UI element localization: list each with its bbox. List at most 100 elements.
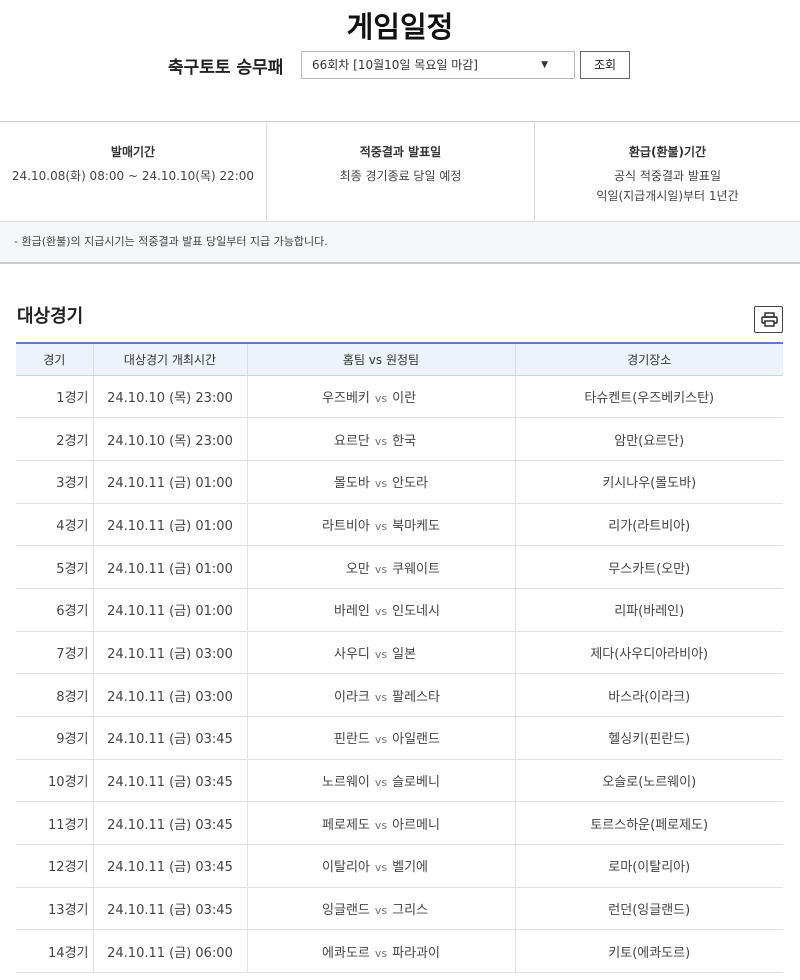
match-time: 24.10.10 (목) 23:00 [92,417,247,461]
game-no: 4경기 [16,503,93,547]
match-teams: 바레인 vs 인도네시 [246,588,515,632]
chevron-down-icon: ▼ [541,60,548,70]
match-venue: 제다(사우디아라비아) [514,631,783,675]
match-venue: 리파(바레인) [514,588,783,632]
table-header-row: 경기 대상경기 개최시간 홈팀 vs 원정팀 경기장소 [16,342,783,376]
search-button[interactable]: 조회 [580,51,630,79]
table-row: 10경기 24.10.11 (금) 03:45 노르웨이 vs 슬로베니 오슬로(노르웨이… [16,759,783,803]
match-teams: 노르웨이 vs 슬로베니 [246,759,515,803]
home-team: 잉글랜드 [322,903,370,919]
match-venue: 토르스하운(페로제도) [514,801,783,846]
vs-label: vs [374,690,388,704]
home-team: 사우디 [333,646,370,662]
match-venue: 오슬로(노르웨이) [514,759,783,803]
match-venue: 헬싱키(핀란드) [514,716,783,760]
game-no: 3경기 [16,460,93,504]
sales-period-panel: 발매기간 24.10.08(화) 08:00 ~ 24.10.10(목) 22:… [0,122,266,221]
vs-label: vs [374,647,388,661]
match-time: 24.10.11 (금) 03:45 [92,716,247,760]
vs-label: vs [374,776,388,790]
game-no: 1경기 [16,375,93,419]
table-row: 12경기 24.10.11 (금) 03:45 이탈리아 vs 벨기에 로마(이탈리아) [16,844,783,888]
game-no: 6경기 [16,588,93,632]
away-team: 팔레스타 [392,689,440,705]
match-time: 24.10.11 (금) 03:45 [92,844,247,888]
match-teams: 요르단 vs 한국 [246,417,515,461]
game-no: 5경기 [16,545,93,589]
round-selector-row: 축구토토 승무패 66회차 [10월10일 목요일 마감] ▼ 조회 [0,51,800,81]
refund-period-panel: 환급(환불)기간 공식 적중결과 발표일 익일(지급개시일)부터 1년간 [534,122,800,221]
match-time: 24.10.10 (목) 23:00 [92,375,247,419]
home-team: 핀란드 [333,732,370,748]
notice-text: - 환급(환불)의 지급시기는 적중결과 발표 당일부터 지급 가능합니다. [0,221,800,264]
round-select[interactable]: 66회차 [10월10일 목요일 마감] ▼ [301,51,575,79]
table-row: 5경기 24.10.11 (금) 01:00 오만 vs 쿠웨이트 무스카트(오만) [16,545,783,589]
home-team: 에콰도르 [322,945,370,961]
home-team: 이라크 [333,689,370,705]
round-select-value: 66회차 [10월10일 목요일 마감] [312,58,478,72]
result-date-panel: 적중결과 발표일 최종 경기종료 당일 예정 [266,122,534,221]
away-team: 아르메니 [392,817,440,833]
home-team: 요르단 [333,433,370,449]
table-row: 14경기 24.10.11 (금) 06:00 에콰도르 vs 파라과이 키토(에콰도르) [16,929,783,974]
away-team: 쿠웨이트 [392,561,440,577]
home-team: 우즈베키 [322,390,370,406]
game-no: 14경기 [16,929,93,974]
vs-label: vs [374,562,388,576]
vs-label: vs [374,861,388,875]
print-button[interactable] [754,306,783,333]
game-no: 9경기 [16,716,93,760]
match-venue: 암만(요르단) [514,417,783,461]
refund-period-title: 환급(환불)기간 [628,145,707,159]
refund-period-line2: 익일(지급개시일)부터 1년간 [596,189,739,203]
result-date-value: 최종 경기종료 당일 예정 [339,169,462,183]
away-team: 인도네시 [392,604,440,620]
home-team: 페로제도 [322,817,370,833]
game-no: 8경기 [16,673,93,717]
away-team: 아일랜드 [392,732,440,748]
match-venue: 로마(이탈리아) [514,844,783,888]
vs-label: vs [374,605,388,619]
away-team: 한국 [392,433,417,449]
page-title: 게임일정 [346,10,454,44]
header-time: 대상경기 개최시간 [92,342,247,376]
header-teams: 홈팀 vs 원정팀 [246,342,515,376]
away-team: 그리스 [392,903,429,919]
sales-period-value: 24.10.08(화) 08:00 ~ 24.10.10(목) 22:00 [11,169,255,183]
game-no: 7경기 [16,631,93,675]
home-team: 라트비아 [322,518,370,534]
match-time: 24.10.11 (금) 01:00 [92,503,247,547]
printer-icon [761,312,778,327]
match-venue: 런던(잉글랜드) [514,887,783,931]
table-row: 4경기 24.10.11 (금) 01:00 라트비아 vs 북마케도 리가(라트비아) [16,503,783,547]
vs-label: vs [374,434,388,448]
match-teams: 잉글랜드 vs 그리스 [246,887,515,931]
schedule-table-wrap: 경기 대상경기 개최시간 홈팀 vs 원정팀 경기장소 1경기 24.10.10 … [16,342,783,974]
vs-label: vs [374,391,388,405]
table-row: 7경기 24.10.11 (금) 03:00 사우디 vs 일본 제다(사우디아라비아) [16,631,783,675]
home-team: 이탈리아 [322,860,370,876]
table-row: 1경기 24.10.10 (목) 23:00 우즈베키 vs 이란 타슈켄트(우즈베키스탄… [16,375,783,419]
home-team: 몰도바 [333,476,370,492]
match-time: 24.10.11 (금) 03:45 [92,887,247,931]
match-teams: 라트비아 vs 북마케도 [246,503,515,547]
match-venue: 바스라(이라크) [514,673,783,717]
table-row: 6경기 24.10.11 (금) 01:00 바레인 vs 인도네시 리파(바레인) [16,588,783,632]
game-no: 12경기 [16,844,93,888]
away-team: 안도라 [392,476,429,492]
table-row: 13경기 24.10.11 (금) 03:45 잉글랜드 vs 그리스 런던(잉글랜드) [16,887,783,931]
match-venue: 리가(라트비아) [514,503,783,547]
vs-label: vs [374,477,388,491]
home-team: 노르웨이 [322,775,370,791]
away-team: 파라과이 [392,945,440,961]
home-team: 바레인 [333,604,370,620]
game-no: 10경기 [16,759,93,803]
away-team: 일본 [392,646,417,662]
match-venue: 키토(에콰도르) [514,929,783,974]
home-team: 오만 [345,561,370,577]
match-teams: 사우디 vs 일본 [246,631,515,675]
match-teams: 우즈베키 vs 이란 [246,375,515,419]
match-teams: 오만 vs 쿠웨이트 [246,545,515,589]
table-row: 11경기 24.10.11 (금) 03:45 페로제도 vs 아르메니 토르스하운(페로… [16,801,783,846]
match-venue: 타슈켄트(우즈베키스탄) [514,375,783,419]
